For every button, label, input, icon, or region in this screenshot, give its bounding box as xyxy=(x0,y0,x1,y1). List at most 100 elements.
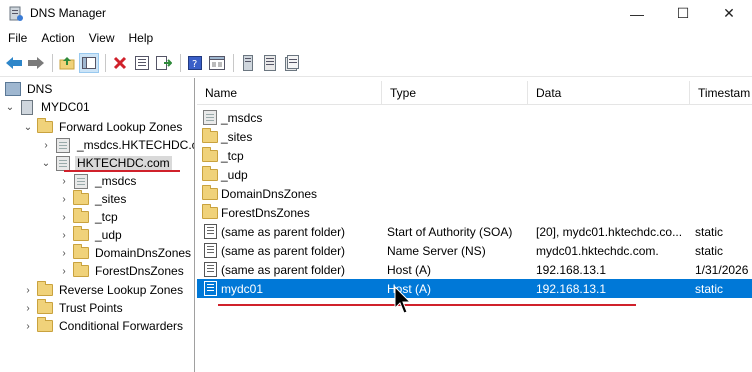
list-item[interactable]: _msdcs xyxy=(197,108,752,127)
minimize-button[interactable]: — xyxy=(614,0,660,27)
list-item[interactable]: (same as parent folder) Name Server (NS) m… xyxy=(197,241,752,260)
delete-icon[interactable] xyxy=(110,53,130,73)
chevron-right-icon[interactable]: › xyxy=(58,230,70,241)
list-item-type xyxy=(387,184,527,203)
column-header-type[interactable]: Type xyxy=(382,81,528,105)
tree-item-msdcs-zone[interactable]: › _msdcs.HKTECHDC.c xyxy=(40,136,195,154)
list-item-type: Host (A) xyxy=(387,262,432,277)
tree-item-label: DomainDnsZones xyxy=(95,246,192,260)
chevron-right-icon[interactable]: › xyxy=(58,212,70,223)
tree-item-sub-udp[interactable]: › _udp xyxy=(58,226,124,244)
folder-icon xyxy=(36,281,54,298)
list-item-data xyxy=(536,108,688,127)
tree-item-trust-points[interactable]: › Trust Points xyxy=(22,299,125,317)
list-item[interactable]: DomainDnsZones xyxy=(197,184,752,203)
column-header-name[interactable]: Name xyxy=(197,81,382,105)
list-item[interactable]: _udp xyxy=(197,165,752,184)
tree-item-sub-tcp[interactable]: › _tcp xyxy=(58,208,120,226)
chevron-right-icon[interactable]: › xyxy=(58,248,70,259)
list-item-name: ForestDnsZones xyxy=(201,203,381,222)
title-bar: DNS Manager — ☐ ✕ xyxy=(0,0,752,27)
tree-item-label: DNS xyxy=(27,82,53,96)
back-icon[interactable] xyxy=(4,53,24,73)
forward-icon[interactable] xyxy=(26,53,46,73)
properties-pane-icon[interactable] xyxy=(207,53,227,73)
list-item[interactable]: mydc01 Host (A) 192.168.13.1 static xyxy=(197,279,752,298)
folder-icon xyxy=(36,299,54,316)
chevron-right-icon[interactable]: › xyxy=(40,140,52,151)
list-item-data xyxy=(536,184,688,203)
list-item[interactable]: _tcp xyxy=(197,146,752,165)
list-item-data xyxy=(536,165,688,184)
tree-item-sub-sites[interactable]: › _sites xyxy=(58,190,128,208)
list-item-name-label: ForestDnsZones xyxy=(221,205,310,220)
show-hide-tree-icon[interactable] xyxy=(79,53,99,73)
list-item-name: _msdcs xyxy=(201,108,381,127)
tree-item-label: ForestDnsZones xyxy=(95,264,184,278)
list-item[interactable]: ForestDnsZones xyxy=(197,203,752,222)
list-item-type: Name Server (NS) xyxy=(387,243,486,258)
result-list: Name Type Data Timestam _msdcs _sites _tcp… xyxy=(197,78,752,372)
chevron-down-icon[interactable]: ⌄ xyxy=(4,102,16,113)
chevron-right-icon[interactable]: › xyxy=(58,194,70,205)
tree-item-sub-forestdnszones[interactable]: › ForestDnsZones xyxy=(58,262,186,280)
list-item-type xyxy=(387,203,527,222)
chevron-right-icon[interactable]: › xyxy=(58,266,70,277)
toolbar-separator xyxy=(233,54,234,72)
folder-icon xyxy=(201,184,219,202)
tree-item-label: _msdcs.HKTECHDC.c xyxy=(77,138,195,152)
properties-icon[interactable] xyxy=(132,53,152,73)
record-icon[interactable] xyxy=(238,53,258,73)
chevron-down-icon[interactable]: ⌄ xyxy=(40,158,52,169)
list-item[interactable]: (same as parent folder) Start of Authorit… xyxy=(197,222,752,241)
menu-help[interactable]: Help xyxy=(122,31,161,45)
tree-item-label: HKTECHDC.com xyxy=(75,156,172,170)
list-item-name-label: (same as parent folder) xyxy=(221,262,346,277)
close-button[interactable]: ✕ xyxy=(706,0,752,27)
export-list-icon[interactable] xyxy=(154,53,174,73)
tree-item-reverse-lookup-zones[interactable]: › Reverse Lookup Zones xyxy=(22,281,185,299)
folder-icon xyxy=(72,190,90,207)
column-header-timestamp[interactable]: Timestam xyxy=(690,81,752,105)
help-icon[interactable]: ? xyxy=(185,53,205,73)
chevron-right-icon[interactable]: › xyxy=(58,176,70,187)
tree-item-conditional-forwarders[interactable]: › Conditional Forwarders xyxy=(22,317,185,335)
list-item-name-label: _tcp xyxy=(221,148,244,163)
tree-item-sub-msdcs[interactable]: › _msdcs xyxy=(58,172,138,190)
list-item-type xyxy=(387,127,527,146)
menu-action[interactable]: Action xyxy=(34,31,81,45)
tree-item-label: _udp xyxy=(95,228,122,242)
folder-icon xyxy=(72,226,90,243)
list-item-data: [20], mydc01.hktechdc.co... xyxy=(536,224,683,239)
tree-item-forward-lookup-zones[interactable]: ⌄ Forward Lookup Zones xyxy=(22,118,184,136)
tree-item-sub-domaindnszones[interactable]: › DomainDnsZones xyxy=(58,244,193,262)
chevron-down-icon[interactable]: ⌄ xyxy=(22,122,34,133)
list-item[interactable]: (same as parent folder) Host (A) 192.168.1… xyxy=(197,260,752,279)
column-header-data[interactable]: Data xyxy=(528,81,690,105)
chevron-right-icon[interactable]: › xyxy=(22,285,34,296)
list-header: Name Type Data Timestam xyxy=(197,81,752,105)
list-item-timestamp: 1/31/2026 xyxy=(695,262,749,277)
list-item-timestamp xyxy=(695,165,752,184)
up-folder-icon[interactable] xyxy=(57,53,77,73)
menu-view[interactable]: View xyxy=(82,31,122,45)
list-item-name-label: mydc01 xyxy=(221,281,264,296)
chevron-right-icon[interactable]: › xyxy=(22,303,34,314)
tree-item-server[interactable]: ⌄ MYDC01 xyxy=(4,98,92,116)
list-item[interactable]: _sites xyxy=(197,127,752,146)
list-item-type xyxy=(387,108,527,127)
chevron-right-icon[interactable]: › xyxy=(22,321,34,332)
folder-icon xyxy=(36,118,54,135)
tree-item-label: Trust Points xyxy=(59,301,123,315)
folder-icon xyxy=(72,244,90,261)
list-item-name: _udp xyxy=(201,165,381,184)
tree-item-label: MYDC01 xyxy=(41,100,90,114)
tree-item-dns[interactable]: DNS xyxy=(2,80,54,98)
toolbar: ? xyxy=(0,50,752,77)
list-item-type xyxy=(387,146,527,165)
new-host-icon[interactable] xyxy=(260,53,280,73)
menu-file[interactable]: File xyxy=(0,31,34,45)
new-record-icon[interactable] xyxy=(282,53,302,73)
menu-bar: File Action View Help xyxy=(0,27,752,49)
maximize-button[interactable]: ☐ xyxy=(660,0,706,27)
